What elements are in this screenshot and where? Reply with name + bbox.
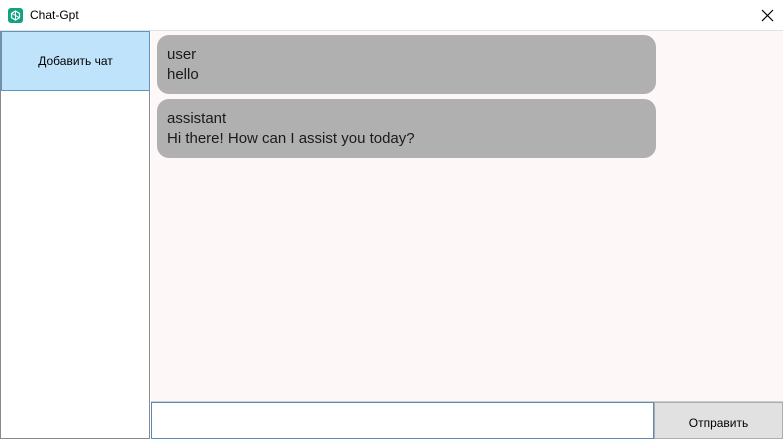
message-text: hello [167, 66, 199, 83]
send-button[interactable]: Отправить [654, 402, 783, 439]
add-chat-button[interactable]: Добавить чат [1, 31, 150, 91]
chat-messages-area: user hello assistant Hi there! How can I… [151, 31, 783, 402]
chatgpt-logo-icon [8, 8, 23, 23]
close-button[interactable] [753, 0, 783, 31]
message-role: assistant [167, 110, 227, 127]
close-icon [761, 9, 774, 22]
message-bubble-user: user hello [157, 35, 656, 94]
message-role: user [167, 46, 197, 63]
window-title: Chat-Gpt [30, 8, 79, 22]
message-input[interactable] [151, 402, 654, 439]
app-window: Chat-Gpt Добавить чат user hello assista… [0, 0, 783, 439]
message-text: Hi there! How can I assist you today? [167, 130, 415, 147]
chat-list-sidebar: Добавить чат [0, 31, 150, 439]
title-bar: Chat-Gpt [0, 0, 783, 31]
message-bubble-assistant: assistant Hi there! How can I assist you… [157, 99, 656, 158]
